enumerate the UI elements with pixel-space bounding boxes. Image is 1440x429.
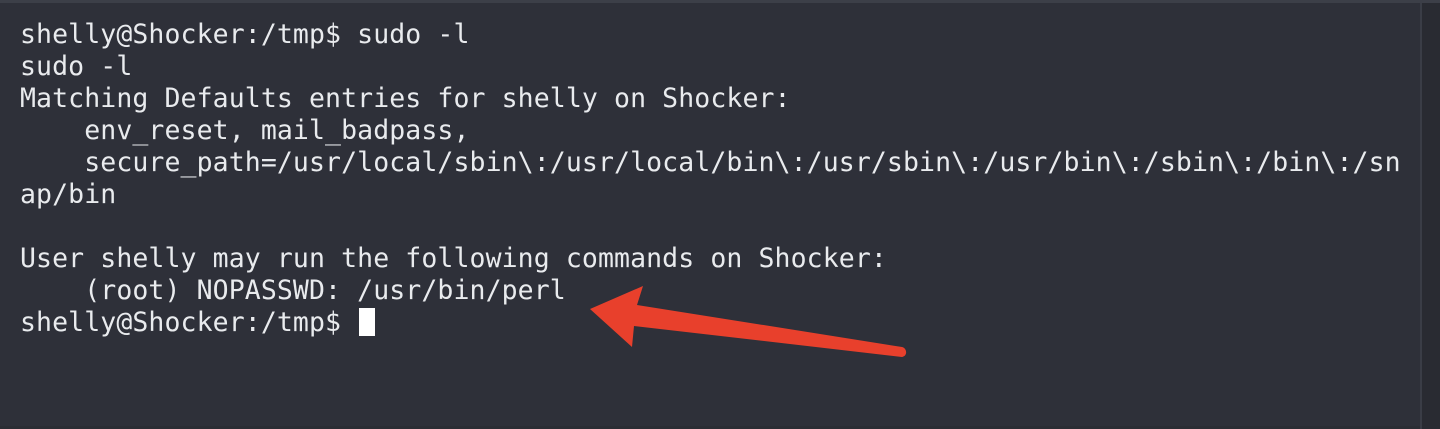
annotation-arrow-icon [590, 286, 907, 357]
annotation-arrow-shape [590, 286, 907, 357]
